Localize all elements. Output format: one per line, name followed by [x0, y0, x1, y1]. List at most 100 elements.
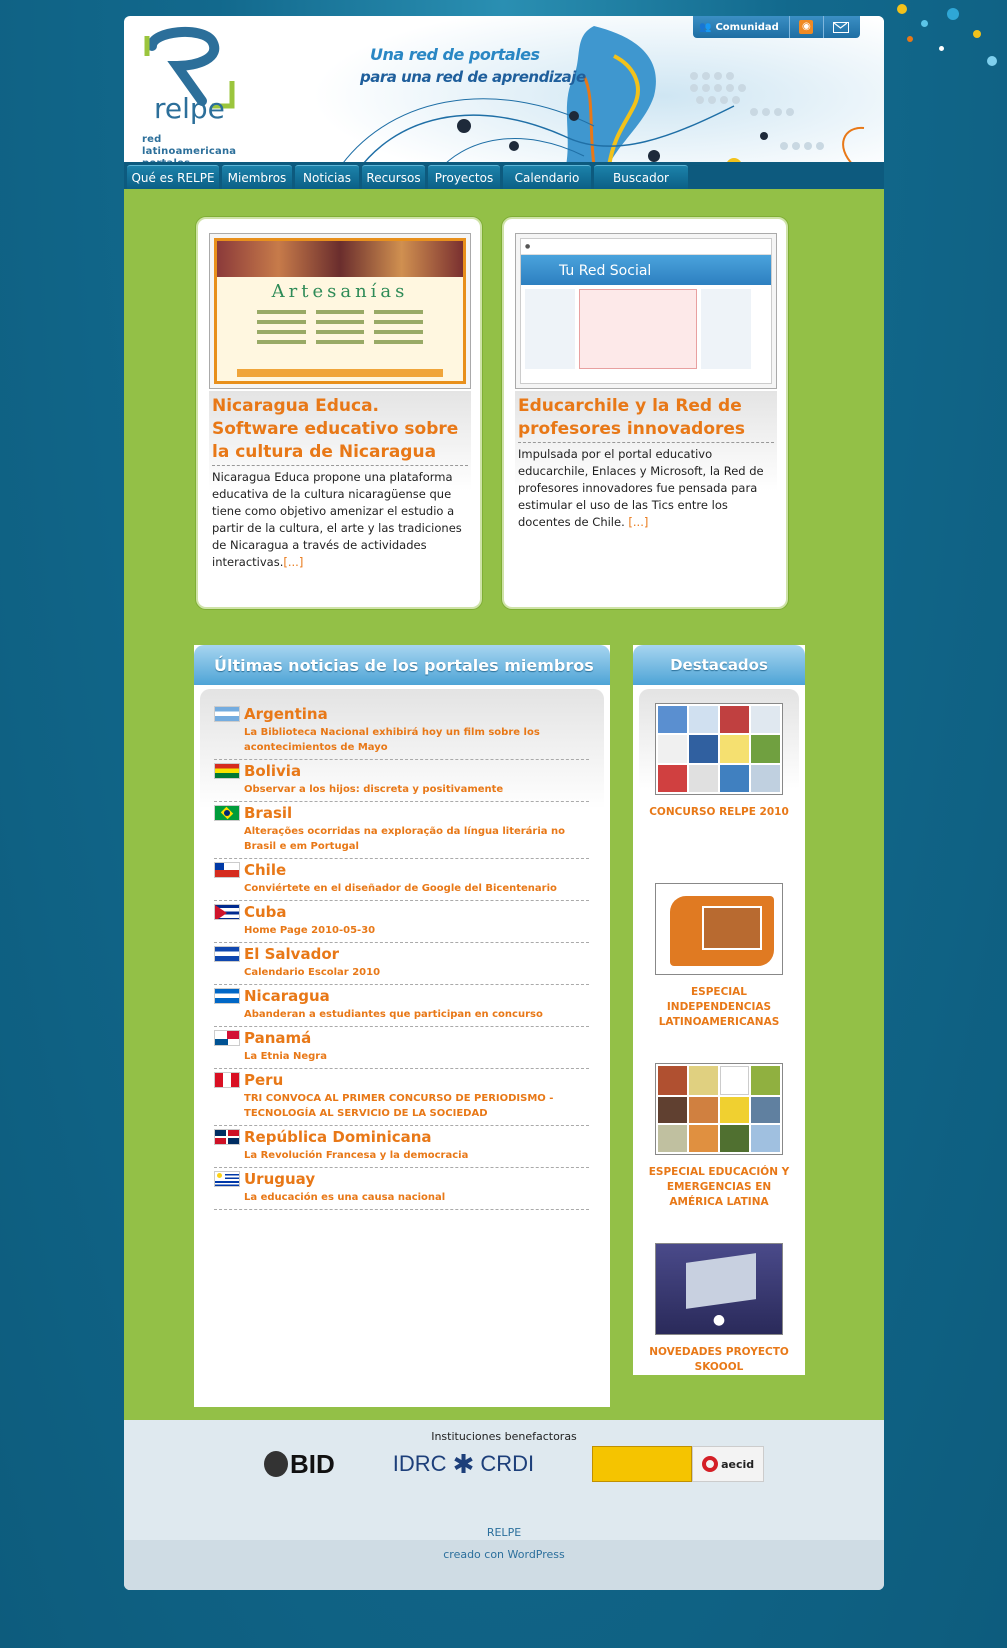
news-headline[interactable]: La Etnia Negra	[214, 1049, 589, 1064]
news-headline[interactable]: Alterações ocorridas na exploração da lí…	[214, 824, 589, 854]
news-item: Bolivia Observar a los hijos: discreta y …	[214, 760, 589, 802]
news-country[interactable]: Brasil	[214, 804, 589, 822]
flag-icon	[214, 1072, 240, 1088]
news-country[interactable]: Cuba	[214, 903, 589, 921]
aecid-logo[interactable]: aecid	[592, 1446, 765, 1482]
featured-card: Artesanías Nicaragua Educa. Software edu…	[196, 217, 482, 609]
news-country[interactable]: Argentina	[214, 705, 589, 723]
featured-body: Nicaragua Educa. Software educativo sobr…	[209, 391, 471, 591]
destacado-caption[interactable]: ESPECIAL EDUCACIÓN Y EMERGENCIAS EN AMÉR…	[639, 1165, 799, 1210]
news-box: Últimas noticias de los portales miembro…	[194, 645, 610, 1407]
news-headline[interactable]: La Biblioteca Nacional exhibirá hoy un f…	[214, 725, 589, 755]
featured-body: Educarchile y la Red de profesores innov…	[515, 391, 777, 591]
tagline: Una red de portales para una red de apre…	[360, 44, 586, 88]
nav-miembros[interactable]: Miembros	[222, 165, 292, 189]
news-headline[interactable]: Abanderan a estudiantes que participan e…	[214, 1007, 589, 1022]
rss-link[interactable]: ◉	[790, 16, 824, 38]
news-box-title: Últimas noticias de los portales miembro…	[194, 645, 610, 685]
tagline-line2: para una red de aprendizaje	[360, 68, 586, 86]
news-country[interactable]: República Dominicana	[214, 1128, 589, 1146]
destacado-thumbnail[interactable]	[655, 883, 783, 975]
nav-que-es-relpe[interactable]: Qué es RELPE	[127, 165, 219, 189]
featured-text: Nicaragua Educa propone una plataforma e…	[212, 470, 462, 569]
featured-screenshot[interactable]: Artesanías	[209, 233, 471, 389]
wordpress-link[interactable]: WordPress	[508, 1548, 565, 1561]
nav-proyectos[interactable]: Proyectos	[428, 165, 500, 189]
globe-icon	[264, 1451, 288, 1477]
read-more-link[interactable]: [...]	[628, 515, 648, 529]
read-more-link[interactable]: [...]	[283, 555, 303, 569]
destacado-thumbnail[interactable]	[655, 703, 783, 795]
footer: Instituciones benefactoras BID IDRC ✱ CR…	[124, 1420, 884, 1590]
news-country[interactable]: El Salvador	[214, 945, 589, 963]
featured-title[interactable]: Educarchile y la Red de profesores innov…	[518, 395, 774, 443]
community-icon: 👥	[699, 21, 712, 33]
mail-icon	[832, 21, 849, 33]
destacado-caption[interactable]: NOVEDADES PROYECTO SKOOOL	[639, 1345, 799, 1375]
flag-icon	[214, 904, 240, 920]
news-country[interactable]: Chile	[214, 861, 589, 879]
main-content: Artesanías Nicaragua Educa. Software edu…	[124, 189, 884, 1420]
created-with-label: creado con	[443, 1548, 505, 1561]
relpe-logo-text: relpe	[154, 92, 225, 125]
news-item: Cuba Home Page 2010-05-30	[214, 901, 589, 943]
spain-ministry-logo	[592, 1446, 693, 1482]
destacado-thumbnail[interactable]: ●	[655, 1243, 783, 1335]
destacado-item[interactable]: ESPECIAL INDEPENDENCIAS LATINOAMERICANAS	[639, 883, 799, 1063]
flag-icon	[214, 1171, 240, 1187]
news-country[interactable]: Peru	[214, 1071, 589, 1089]
featured-screenshot[interactable]: ● Tu Red Social	[515, 233, 777, 389]
news-item: República Dominicana La Revolución France…	[214, 1126, 589, 1168]
destacados-list: CONCURSO RELPE 2010 ESPECIAL INDEPENDENC…	[639, 689, 799, 1373]
site-link[interactable]: RELPE	[124, 1524, 884, 1541]
community-link[interactable]: 👥 Comunidad	[693, 16, 790, 38]
destacado-caption[interactable]: CONCURSO RELPE 2010	[639, 805, 799, 820]
featured-card: ● Tu Red Social Educarchile y la Red de …	[502, 217, 788, 609]
topbar: 👥 Comunidad ◉	[693, 16, 860, 38]
snowflake-icon: ✱	[452, 1448, 475, 1479]
tagline-line1: Una red de portales	[370, 45, 540, 64]
relpe-logo[interactable]: relpe red latinoamericana portales educa…	[142, 26, 252, 171]
shot-title: Tu Red Social	[521, 255, 771, 285]
nav-noticias[interactable]: Noticias	[295, 165, 359, 189]
news-headline[interactable]: Home Page 2010-05-30	[214, 923, 589, 938]
flag-icon	[214, 706, 240, 722]
news-headline[interactable]: La educación es una causa nacional	[214, 1190, 589, 1205]
destacado-thumbnail[interactable]	[655, 1063, 783, 1155]
news-country[interactable]: Nicaragua	[214, 987, 589, 1005]
idrc-crdi-logo[interactable]: IDRC ✱ CRDI	[393, 1449, 534, 1480]
destacados-title: Destacados	[633, 645, 805, 685]
news-country[interactable]: Panamá	[214, 1029, 589, 1047]
news-country[interactable]: Bolivia	[214, 762, 589, 780]
nav-buscador[interactable]: Buscador	[594, 165, 688, 189]
news-list: Argentina La Biblioteca Nacional exhibirá…	[200, 689, 604, 1389]
relpe-logo-mark: relpe	[144, 26, 235, 125]
page: relpe red latinoamericana portales educa…	[124, 16, 884, 1590]
featured-title[interactable]: Nicaragua Educa. Software educativo sobr…	[212, 395, 468, 466]
destacado-item[interactable]: CONCURSO RELPE 2010	[639, 703, 799, 883]
flag-icon	[214, 805, 240, 821]
news-headline[interactable]: Calendario Escolar 2010	[214, 965, 589, 980]
mail-link[interactable]	[824, 16, 858, 38]
bid-logo[interactable]: BID	[264, 1449, 335, 1480]
aecid-icon	[702, 1456, 719, 1472]
flag-icon	[214, 763, 240, 779]
nav-calendario[interactable]: Calendario	[503, 165, 591, 189]
destacado-caption[interactable]: ESPECIAL INDEPENDENCIAS LATINOAMERICANAS	[639, 985, 799, 1030]
news-headline[interactable]: TRI CONVOCA AL PRIMER CONCURSO DE PERIOD…	[214, 1091, 589, 1121]
flag-icon	[214, 1129, 240, 1145]
nav-recursos[interactable]: Recursos	[362, 165, 425, 189]
news-headline[interactable]: Observar a los hijos: discreta y positiv…	[214, 782, 589, 797]
destacado-item[interactable]: ● NOVEDADES PROYECTO SKOOOL	[639, 1243, 799, 1423]
news-headline[interactable]: Conviértete en el diseñador de Google de…	[214, 881, 589, 896]
news-item: Chile Conviértete en el diseñador de Goog…	[214, 859, 589, 901]
rss-icon: ◉	[799, 20, 814, 34]
news-country[interactable]: Uruguay	[214, 1170, 589, 1188]
destacados-box: Destacados CONCURSO RELPE 2010 ESPECIAL …	[633, 645, 805, 1375]
news-item: Argentina La Biblioteca Nacional exhibirá…	[214, 703, 589, 760]
footer-strip: creado con WordPress	[124, 1540, 884, 1590]
flag-icon	[214, 862, 240, 878]
destacado-item[interactable]: ESPECIAL EDUCACIÓN Y EMERGENCIAS EN AMÉR…	[639, 1063, 799, 1243]
news-headline[interactable]: La Revolución Francesa y la democracia	[214, 1148, 589, 1163]
sponsor-logos: BID IDRC ✱ CRDI aecid	[264, 1444, 765, 1484]
